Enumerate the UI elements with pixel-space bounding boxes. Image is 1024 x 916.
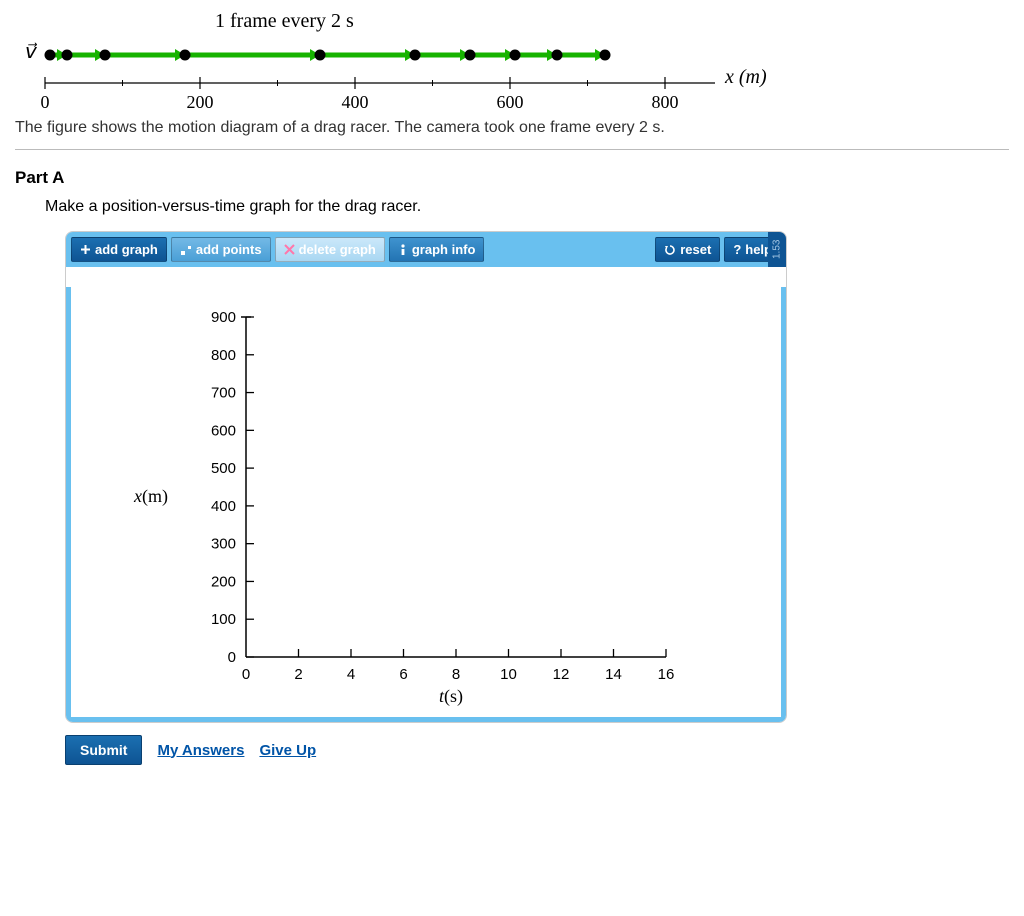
svg-text:600: 600: [497, 92, 524, 112]
svg-text:8: 8: [452, 666, 460, 683]
delete-graph-button[interactable]: delete graph: [275, 237, 385, 262]
submit-button[interactable]: Submit: [65, 735, 142, 765]
add-graph-button[interactable]: add graph: [71, 237, 167, 262]
svg-text:600: 600: [211, 422, 236, 439]
svg-text:400: 400: [342, 92, 369, 112]
submit-row: Submit My Answers Give Up: [65, 735, 1009, 765]
part-label: Part A: [15, 168, 1009, 188]
add-graph-label: add graph: [95, 242, 158, 257]
diagram-title: 1 frame every 2 s: [215, 10, 1009, 33]
svg-text:12: 12: [553, 666, 570, 683]
svg-text:200: 200: [187, 92, 214, 112]
add-points-button[interactable]: add points: [171, 237, 271, 262]
v-label: v⃗: [25, 41, 38, 63]
graph-info-label: graph info: [412, 242, 476, 257]
help-icon: ?: [733, 242, 741, 257]
graph-info-button[interactable]: graph info: [389, 237, 485, 262]
svg-text:16: 16: [658, 666, 675, 683]
info-icon: [398, 244, 408, 256]
graph-canvas[interactable]: x(m) t(s) 0 100 200 300 400 500 600 700 800 900 0…: [66, 287, 786, 722]
svg-text:10: 10: [500, 666, 517, 683]
reset-button[interactable]: reset: [655, 237, 720, 262]
motion-diagram: 0 200 400 600 800 x (m) v⃗: [15, 33, 795, 113]
give-up-link[interactable]: Give Up: [259, 742, 316, 759]
graph-widget: add graph add points delete graph graph …: [65, 231, 787, 723]
y-axis-label: x(m): [133, 486, 168, 507]
svg-text:0: 0: [228, 649, 236, 666]
svg-text:900: 900: [211, 309, 236, 326]
graph-toolbar: add graph add points delete graph graph …: [66, 232, 786, 267]
version-tab: 1.53: [768, 232, 786, 267]
reset-label: reset: [680, 242, 711, 257]
svg-text:300: 300: [211, 536, 236, 553]
svg-text:700: 700: [211, 385, 236, 402]
part-instruction: Make a position-versus-time graph for th…: [45, 198, 1009, 216]
svg-text:14: 14: [605, 666, 622, 683]
svg-text:200: 200: [211, 573, 236, 590]
svg-text:0: 0: [41, 92, 50, 112]
svg-text:100: 100: [211, 611, 236, 628]
divider: [15, 149, 1009, 150]
svg-text:400: 400: [211, 498, 236, 515]
reset-icon: [664, 244, 676, 256]
svg-text:0: 0: [242, 666, 250, 683]
svg-text:2: 2: [294, 666, 302, 683]
axis-label: x (m): [724, 66, 767, 88]
svg-text:800: 800: [652, 92, 679, 112]
my-answers-link[interactable]: My Answers: [157, 742, 244, 759]
delete-icon: [284, 244, 295, 255]
x-axis-label: t(s): [439, 686, 463, 707]
figure-description: The figure shows the motion diagram of a…: [15, 119, 1009, 137]
svg-text:6: 6: [399, 666, 407, 683]
svg-text:800: 800: [211, 347, 236, 364]
add-points-label: add points: [196, 242, 262, 257]
plus-icon: [80, 244, 91, 255]
points-icon: [180, 244, 192, 256]
svg-text:4: 4: [347, 666, 355, 683]
delete-graph-label: delete graph: [299, 242, 376, 257]
svg-text:500: 500: [211, 460, 236, 477]
